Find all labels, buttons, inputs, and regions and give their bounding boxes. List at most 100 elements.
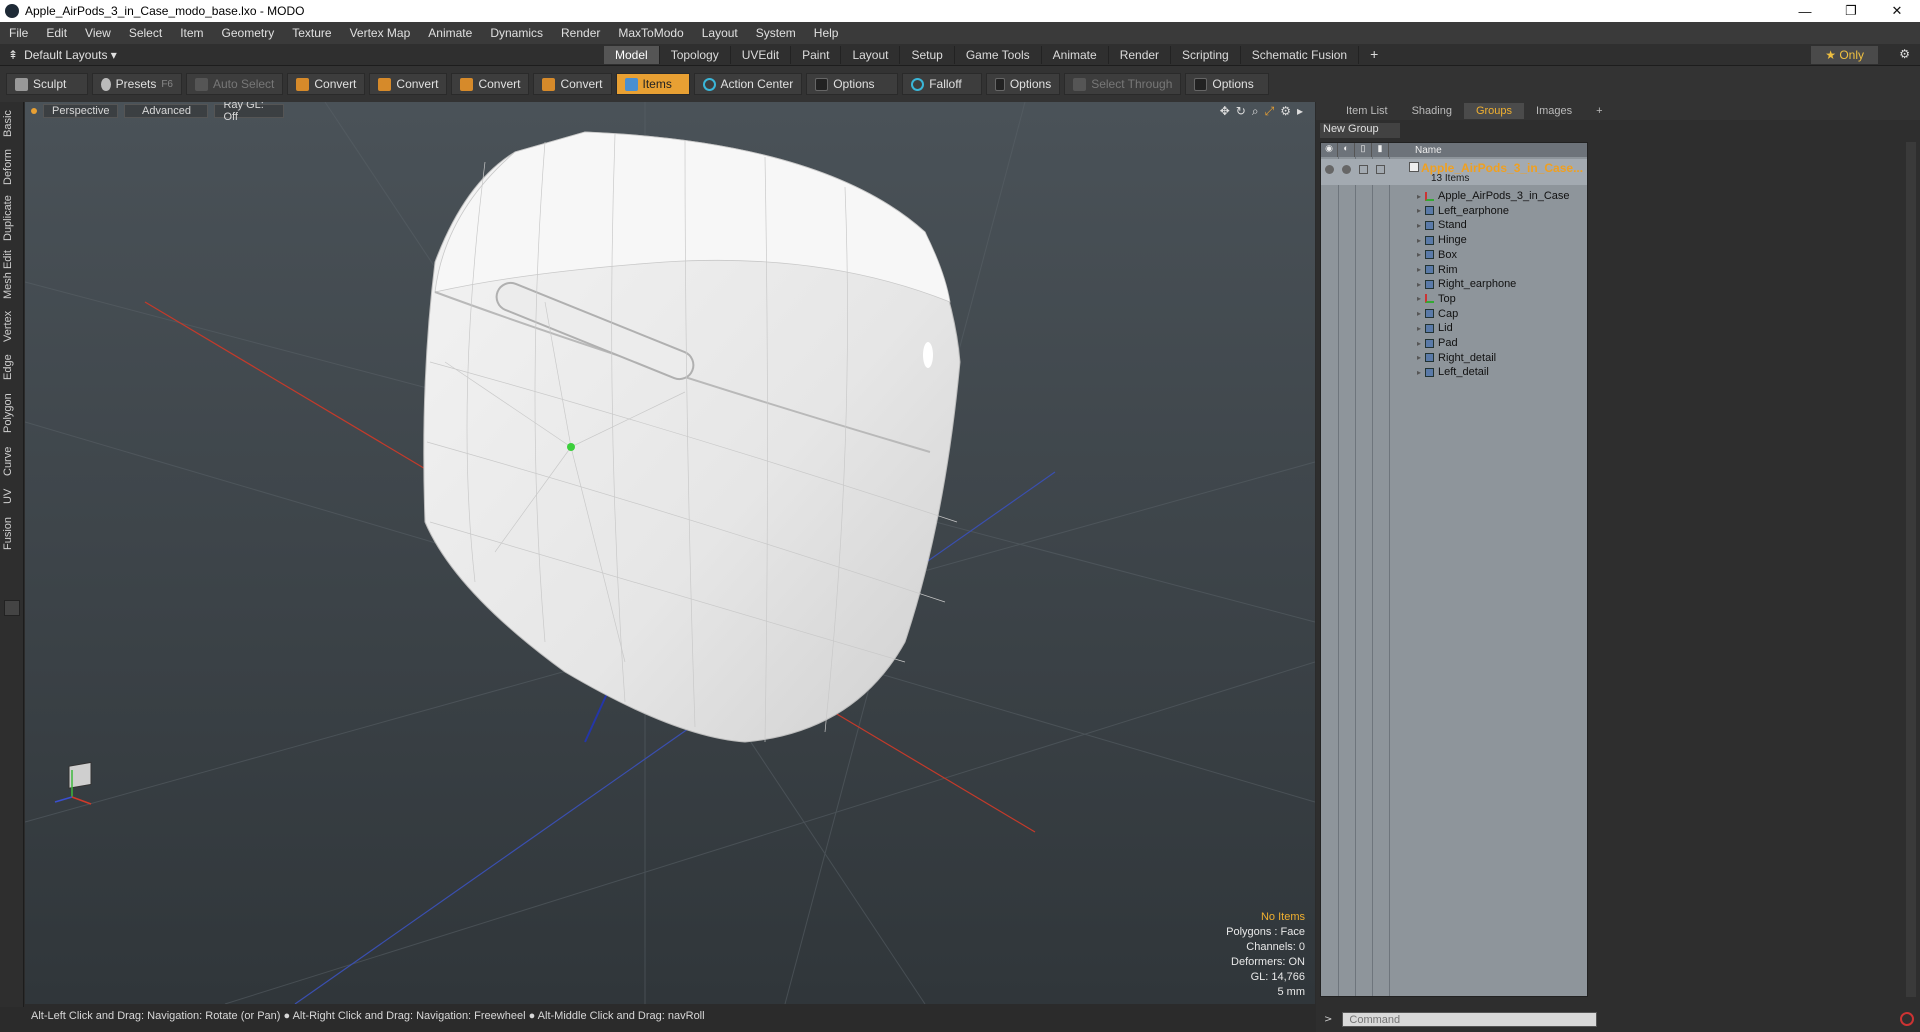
- viewport-scene[interactable]: [25, 102, 1315, 1004]
- raygl-toggle[interactable]: Ray GL: Off: [214, 102, 285, 123]
- menu-maxtomodo[interactable]: MaxToModo: [609, 26, 692, 40]
- expand-arrow-icon[interactable]: ▸: [1417, 294, 1421, 303]
- 3d-viewport[interactable]: Perspective Advanced Ray GL: Off ✥ ↻ ⌕ ⤢…: [25, 102, 1315, 1004]
- menu-view[interactable]: View: [76, 26, 120, 40]
- expand-arrow-icon[interactable]: ▸: [1417, 236, 1421, 245]
- tab-render[interactable]: Render: [1109, 46, 1172, 64]
- menu-item[interactable]: Item: [171, 26, 212, 40]
- tab-model[interactable]: Model: [604, 46, 660, 64]
- tab-polygon[interactable]: Polygon: [2, 388, 22, 438]
- minimize-button[interactable]: —: [1782, 0, 1828, 22]
- menu-texture[interactable]: Texture: [283, 26, 340, 40]
- select-through-options-button[interactable]: Options: [1185, 73, 1270, 95]
- expand-arrow-icon[interactable]: ▸: [1417, 368, 1421, 377]
- expand-arrow-icon[interactable]: ▸: [1417, 339, 1421, 348]
- list-item[interactable]: ▸ Left_detail: [1417, 363, 1489, 381]
- tab-setup[interactable]: Setup: [900, 46, 955, 64]
- menu-layout[interactable]: Layout: [693, 26, 747, 40]
- convert-button-3[interactable]: Convert: [451, 73, 530, 95]
- expand-arrow-icon[interactable]: ▸: [1417, 206, 1421, 215]
- tab-edge[interactable]: Edge: [2, 350, 22, 384]
- tab-animate[interactable]: Animate: [1042, 46, 1109, 64]
- tab-uv[interactable]: UV: [2, 484, 22, 508]
- render-column-icon[interactable]: ◐: [1338, 143, 1355, 157]
- expand-arrow-icon[interactable]: ▸: [1417, 192, 1421, 201]
- expand-arrow-icon[interactable]: ▸: [1417, 309, 1421, 318]
- tab-curve[interactable]: Curve: [2, 442, 22, 480]
- panel-toggle-button[interactable]: [4, 600, 20, 616]
- tab-fusion[interactable]: Fusion: [2, 512, 22, 554]
- group-render-icon[interactable]: [1342, 165, 1351, 174]
- record-macro-icon[interactable]: [1900, 1012, 1914, 1026]
- add-panel-tab-button[interactable]: +: [1584, 103, 1614, 119]
- tab-images[interactable]: Images: [1524, 103, 1584, 119]
- gear-icon[interactable]: ⚙: [1899, 47, 1910, 61]
- group-lock-box[interactable]: [1359, 165, 1368, 174]
- tab-basic[interactable]: Basic: [2, 106, 22, 142]
- convert-button-2[interactable]: Convert: [369, 73, 448, 95]
- menu-dynamics[interactable]: Dynamics: [481, 26, 552, 40]
- expand-arrow-icon[interactable]: ▸: [1417, 265, 1421, 274]
- restore-button[interactable]: ❐: [1828, 0, 1874, 22]
- select-through-button[interactable]: Select Through: [1064, 73, 1182, 95]
- only-toggle[interactable]: ★ Only: [1811, 46, 1878, 64]
- visibility-column-icon[interactable]: ◉: [1321, 143, 1338, 157]
- tab-groups[interactable]: Groups: [1463, 103, 1525, 119]
- advanced-dropdown[interactable]: Advanced: [124, 104, 209, 118]
- close-button[interactable]: ✕: [1874, 0, 1920, 22]
- new-group-button[interactable]: New Group: [1320, 123, 1400, 138]
- menu-file[interactable]: File: [0, 26, 37, 40]
- tab-deform[interactable]: Deform: [2, 146, 22, 188]
- expand-arrow-icon[interactable]: ▸: [1417, 324, 1421, 333]
- menu-system[interactable]: System: [747, 26, 805, 40]
- command-input[interactable]: [1342, 1012, 1598, 1027]
- items-mode-button[interactable]: Items: [615, 73, 690, 95]
- perspective-dropdown[interactable]: Perspective: [43, 104, 119, 118]
- expand-arrow-icon[interactable]: ▸: [1417, 280, 1421, 289]
- group-eye-icon[interactable]: [1325, 165, 1334, 174]
- tab-vertex[interactable]: Vertex: [2, 306, 22, 346]
- falloff-options-button[interactable]: Options: [986, 73, 1061, 95]
- presets-button[interactable]: Presets F6: [92, 73, 182, 95]
- move-view-icon[interactable]: ✥: [1220, 104, 1230, 119]
- tab-uvedit[interactable]: UVEdit: [731, 46, 792, 64]
- groups-tree[interactable]: ◉ ◐ ▯ ▮ Name Apple_AirPods_3_in_Case... …: [1320, 142, 1588, 997]
- expand-arrow-icon[interactable]: ▸: [1417, 353, 1421, 362]
- fit-view-icon[interactable]: ⤢: [1265, 104, 1275, 119]
- tab-topology[interactable]: Topology: [660, 46, 731, 64]
- tab-paint[interactable]: Paint: [791, 46, 842, 64]
- add-tab-button[interactable]: +: [1359, 46, 1389, 64]
- lock-column-icon[interactable]: ▯: [1355, 143, 1372, 157]
- rotate-view-icon[interactable]: ↻: [1236, 104, 1246, 119]
- tab-duplicate[interactable]: Duplicate: [2, 192, 22, 244]
- viewport-menu-dot[interactable]: [31, 108, 37, 114]
- menu-edit[interactable]: Edit: [37, 26, 76, 40]
- convert-button-1[interactable]: Convert: [287, 73, 366, 95]
- tab-layout[interactable]: Layout: [841, 46, 901, 64]
- tab-mesh-edit[interactable]: Mesh Edit: [2, 248, 22, 302]
- action-center-button[interactable]: Action Center: [693, 73, 803, 95]
- tab-item-list[interactable]: Item List: [1334, 103, 1400, 119]
- name-column-header[interactable]: Name: [1389, 145, 1442, 156]
- falloff-button[interactable]: Falloff: [902, 73, 983, 95]
- panel-scrollbar[interactable]: [1906, 142, 1916, 997]
- zoom-view-icon[interactable]: ⌕: [1252, 104, 1259, 119]
- tab-scripting[interactable]: Scripting: [1171, 46, 1241, 64]
- tab-game-tools[interactable]: Game Tools: [955, 46, 1042, 64]
- command-history-chevron-icon[interactable]: >: [1324, 1014, 1332, 1025]
- sculpt-button[interactable]: Sculpt: [6, 73, 88, 95]
- auto-select-button[interactable]: Auto Select: [186, 73, 284, 95]
- expand-arrow-icon[interactable]: ▸: [1417, 221, 1421, 230]
- menu-vertex-map[interactable]: Vertex Map: [341, 26, 420, 40]
- menu-geometry[interactable]: Geometry: [213, 26, 284, 40]
- tab-schematic-fusion[interactable]: Schematic Fusion: [1241, 46, 1360, 64]
- menu-select[interactable]: Select: [120, 26, 171, 40]
- tab-shading[interactable]: Shading: [1400, 103, 1464, 119]
- expand-arrow-icon[interactable]: ▸: [1297, 104, 1303, 119]
- viewport-settings-icon[interactable]: ⚙: [1280, 104, 1291, 119]
- select-column-icon[interactable]: ▮: [1372, 143, 1389, 157]
- menu-render[interactable]: Render: [552, 26, 609, 40]
- convert-button-4[interactable]: Convert: [533, 73, 612, 95]
- expand-arrow-icon[interactable]: ▸: [1417, 250, 1421, 259]
- menu-help[interactable]: Help: [805, 26, 848, 40]
